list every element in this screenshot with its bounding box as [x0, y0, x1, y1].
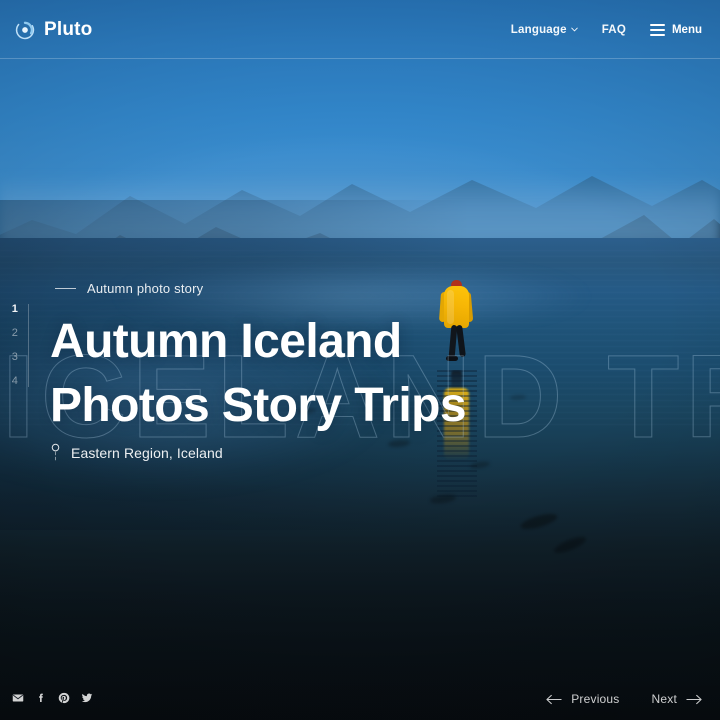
slide-pager: Previous Next: [546, 692, 702, 706]
slide-number-4[interactable]: 4: [10, 376, 20, 387]
nav-item-faq[interactable]: FAQ: [602, 24, 626, 36]
nav-language-label: Language: [510, 23, 567, 36]
pinterest-icon: [58, 692, 70, 704]
hero-eyebrow: Autumn photo story: [55, 281, 203, 296]
previous-label: Previous: [571, 692, 620, 706]
facebook-icon: [39, 693, 43, 703]
slide-index-rail: [28, 304, 29, 387]
slide-number-1[interactable]: 1: [10, 304, 20, 315]
hamburger-icon: [649, 23, 665, 36]
page-title: Autumn Iceland Photos Story Trips: [50, 310, 670, 438]
hero-eyebrow-text: Autumn photo story: [87, 281, 204, 296]
social-link-pinterest[interactable]: [58, 692, 70, 704]
slide-index: 1 2 3 4: [10, 304, 29, 387]
hero-content: Autumn photo story Autumn Iceland Photos…: [0, 0, 720, 720]
nav-item-language[interactable]: Language: [511, 24, 578, 36]
slide-number-2[interactable]: 2: [10, 328, 20, 339]
social-link-email[interactable]: [12, 692, 24, 704]
envelope-icon: [12, 694, 24, 702]
planet-swirl-icon: [15, 20, 35, 39]
social-links: [12, 692, 93, 704]
menu-button[interactable]: Menu: [649, 23, 702, 36]
previous-button[interactable]: Previous: [546, 692, 619, 706]
site-header: Pluto Language FAQ Menu: [0, 0, 720, 59]
page-title-line-1: Autumn Iceland: [50, 315, 402, 368]
twitter-icon: [81, 693, 93, 703]
arrow-left-icon: [546, 694, 562, 704]
chevron-down-icon: [570, 27, 578, 32]
menu-label: Menu: [671, 23, 702, 36]
page-title-line-2: Photos Story Trips: [50, 379, 467, 432]
brand-logo[interactable]: Pluto: [14, 19, 93, 41]
brand-name: Pluto: [44, 18, 93, 40]
hero-location-text: Eastern Region, Iceland: [71, 445, 223, 461]
slide-number-list: 1 2 3 4: [10, 304, 20, 387]
nav-faq-label: FAQ: [601, 23, 626, 36]
social-link-twitter[interactable]: [81, 692, 93, 704]
page-stage: ICELAND TRIP Pluto Language FAQ: [0, 0, 720, 720]
next-label: Next: [651, 692, 677, 706]
map-pin-icon: [51, 443, 60, 462]
arrow-right-icon: [686, 694, 702, 704]
next-button[interactable]: Next: [652, 692, 702, 706]
header-nav: Language FAQ Menu: [511, 23, 702, 36]
hero-location: Eastern Region, Iceland: [50, 443, 223, 463]
social-link-facebook[interactable]: [35, 692, 47, 704]
eyebrow-dash-icon: [55, 288, 76, 289]
slide-number-3[interactable]: 3: [10, 352, 20, 363]
